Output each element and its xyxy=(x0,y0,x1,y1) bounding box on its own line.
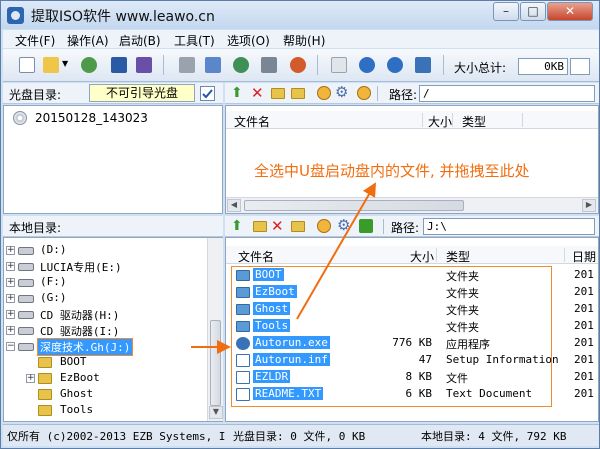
app-window: 提取ISO软件 www.leawo.cn – □ ✕ 文件(F) 操作(A) 启… xyxy=(0,0,600,449)
drag-arrow xyxy=(296,182,377,320)
drag-arrow-overlay xyxy=(191,182,377,354)
